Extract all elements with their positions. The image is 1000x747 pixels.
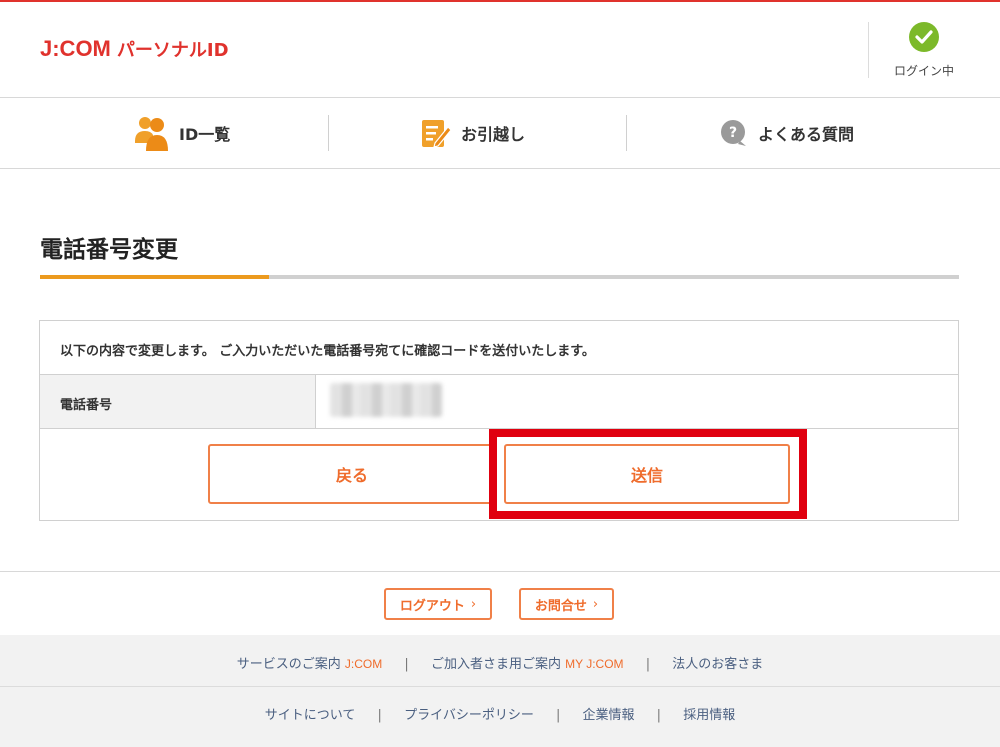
main-nav: ID一覧 お引越し ? よくある質問	[0, 98, 1000, 169]
back-button[interactable]: 戻る	[208, 444, 496, 504]
footer-separator: |	[645, 657, 651, 672]
nav-divider	[626, 115, 627, 151]
edit-note-icon	[421, 117, 451, 149]
check-icon	[909, 22, 939, 52]
footer-links-secondary: サイトについて | プライバシーポリシー | 企業情報 | 採用情報	[0, 687, 1000, 747]
site-header: J:COM パーソナルID ログイン中	[0, 2, 1000, 98]
chevron-right-icon: ›	[592, 596, 599, 612]
login-status-label: ログイン中	[893, 64, 954, 78]
footer-separator: |	[377, 708, 382, 723]
redacted-phone-number	[330, 383, 442, 417]
footer-link-member[interactable]: ご加入者さま用ご案内 MY J:COM	[431, 657, 624, 672]
footer-link-company-info[interactable]: 企業情報	[583, 708, 635, 723]
nav-item-faq[interactable]: ? よくある質問	[720, 98, 854, 168]
users-icon	[135, 115, 169, 151]
header-divider	[868, 22, 869, 78]
nav-label-faq: よくある質問	[758, 125, 855, 144]
footer-link-label: サービスのご案内	[236, 657, 341, 672]
logout-button[interactable]: ログアウト ›	[384, 588, 492, 620]
logout-label: ログアウト	[399, 598, 465, 614]
phone-number-label: 電話番号	[40, 375, 316, 429]
confirm-message: 以下の内容で変更します。 ご入力いただいた電話番号宛てに確認コードを送付いたしま…	[40, 321, 958, 375]
logo-sub: パーソナルID	[116, 40, 229, 61]
site-logo[interactable]: J:COM パーソナルID	[40, 36, 229, 62]
footer-separator: |	[404, 657, 409, 672]
login-status: ログイン中	[884, 22, 964, 79]
chevron-right-icon: ›	[470, 596, 477, 612]
footer-actions: ログアウト › お問合せ ›	[0, 571, 1000, 635]
contact-label: お問合せ	[534, 598, 587, 614]
nav-label-moving: お引越し	[461, 125, 526, 144]
send-button-highlight	[489, 429, 807, 519]
footer-link-service[interactable]: サービスのご案内 J:COM	[237, 657, 383, 672]
footer-link-privacy-policy[interactable]: プライバシーポリシー	[404, 708, 534, 723]
footer-link-careers[interactable]: 採用情報	[683, 708, 735, 723]
footer-link-about-site[interactable]: サイトについて	[265, 708, 356, 723]
nav-item-moving[interactable]: お引越し	[421, 98, 525, 168]
question-icon: ?	[720, 119, 748, 147]
page-title: 電話番号変更	[40, 237, 178, 263]
nav-divider	[328, 115, 329, 151]
svg-text:?: ?	[729, 125, 737, 141]
footer-link-label: ご加入者さま用ご案内	[430, 657, 561, 672]
footer-separator: |	[656, 708, 662, 723]
footer-link-business[interactable]: 法人のお客さま	[672, 657, 763, 672]
footer-separator: |	[555, 708, 561, 723]
contact-button[interactable]: お問合せ ›	[519, 588, 614, 620]
footer-links-primary: サービスのご案内 J:COM | ご加入者さま用ご案内 MY J:COM | 法…	[0, 635, 1000, 687]
phone-number-value	[316, 375, 958, 429]
nav-item-id-list[interactable]: ID一覧	[135, 98, 230, 168]
footer-link-brand: J:COM	[344, 657, 383, 671]
title-underline-accent	[40, 275, 269, 279]
nav-label-id-list: ID一覧	[179, 125, 231, 144]
footer-link-brand: MY J:COM	[565, 657, 624, 671]
logo-brand: J:COM	[40, 36, 111, 61]
